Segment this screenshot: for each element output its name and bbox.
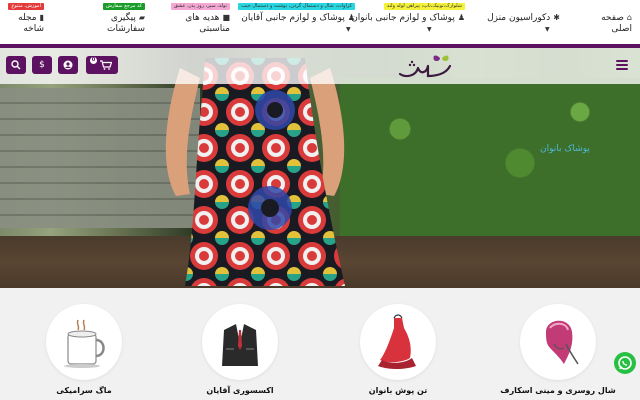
site-logo[interactable] <box>396 52 456 82</box>
nav-item-label-2: شاخه <box>23 24 44 34</box>
home-icon: ⌂ <box>626 13 632 22</box>
chevron-down-icon: ▼ <box>346 26 351 33</box>
nav-item-label-2: اصلی <box>611 24 632 34</box>
nav-badge-orders: کد مرجع سفارش <box>102 3 145 10</box>
hero-caption[interactable]: پوشاک بانوان <box>540 144 590 154</box>
whatsapp-icon <box>618 356 632 370</box>
nav-item-label: مجله <box>18 13 37 23</box>
dollar-icon: $ <box>39 60 45 70</box>
category-label: شال روسری و مینی اسکارف <box>500 386 616 395</box>
nav-item-order-tracking[interactable]: کد مرجع سفارش ▰پیگیری سفارشات <box>65 0 145 44</box>
nav-item-women-clothing[interactable]: شلوارک،تونیک،تاپ، پیراهن لوله ولند ♟پوشا… <box>351 0 495 44</box>
hero-banner[interactable]: پوشاک بانوان <box>0 48 640 288</box>
nav-item-label: پوشاک و لوازم جانبی بانوان <box>351 13 455 23</box>
search-button[interactable] <box>6 56 26 74</box>
nav-item-magazine[interactable]: آموزش، متنوع ▮مجله شاخه <box>2 0 60 44</box>
search-icon <box>11 60 21 70</box>
scarf-icon <box>546 320 579 365</box>
category-section: شال روسری و مینی اسکارف تن پوش بانوان اک… <box>0 288 640 400</box>
gift-icon: ■ <box>222 13 230 22</box>
site-header: $ 0 <box>0 48 640 84</box>
top-navigation: ⌂صفحه اصلی ✱دکوراسیون منزل ▼ شلوارک،تونی… <box>0 0 640 44</box>
account-button[interactable] <box>58 56 78 74</box>
nav-item-home[interactable]: ⌂صفحه اصلی <box>594 0 640 44</box>
person-icon: ♟ <box>347 13 355 22</box>
hero-hedge <box>340 78 640 248</box>
currency-button[interactable]: $ <box>32 56 52 74</box>
nav-item-label: هدیه های <box>185 13 220 23</box>
person-icon: ♟ <box>457 13 465 22</box>
user-icon <box>63 60 73 70</box>
nav-badge-women: شلوارک،تونیک،تاپ، پیراهن لوله ولند <box>383 3 465 10</box>
category-label: ماگ سرامیکی <box>56 386 112 395</box>
nav-item-label-2: سفارشات <box>107 24 145 34</box>
nav-badge-gifts: تولد، سپر، روز پدر، عشق <box>170 3 230 10</box>
cart-count-badge: 0 <box>90 57 97 64</box>
truck-icon: ▰ <box>138 13 145 22</box>
category-label: تن پوش بانوان <box>368 386 428 395</box>
cart-icon <box>100 60 113 70</box>
dress-icon <box>378 314 416 369</box>
book-icon: ▮ <box>39 13 44 22</box>
nav-item-men-clothing[interactable]: کراوات، شال و دستمال گردن، پوشت و دستمال… <box>238 0 365 44</box>
whatsapp-button[interactable] <box>614 352 636 374</box>
star-icon: ✱ <box>553 13 560 22</box>
nav-item-label: صفحه <box>601 13 624 23</box>
nav-item-label-2: مناسبتی <box>199 24 230 34</box>
nav-item-label: پیگیری <box>110 13 136 23</box>
nav-item-label: دکوراسیون منزل <box>487 13 551 23</box>
mug-icon <box>64 319 105 368</box>
menu-button[interactable] <box>616 60 628 70</box>
hero-model-image <box>165 58 345 286</box>
nav-item-label: پوشاک و لوازم جانبی آقایان <box>241 13 345 23</box>
chevron-down-icon: ▼ <box>545 26 550 33</box>
suit-icon <box>222 324 258 366</box>
nav-badge-magazine: آموزش، متنوع <box>8 3 44 10</box>
cart-button[interactable]: 0 <box>86 56 118 74</box>
nav-badge-men: کراوات، شال و دستمال گردن، پوشت و دستمال… <box>238 3 355 10</box>
nav-item-home-decor[interactable]: ✱دکوراسیون منزل ▼ <box>487 0 590 44</box>
category-label: اکسسوری آقایان <box>206 386 274 395</box>
chevron-down-icon: ▼ <box>427 26 432 33</box>
nav-item-gifts[interactable]: تولد، سپر، روز پدر، عشق ■هدیه های مناسبت… <box>150 0 235 44</box>
hamburger-icon <box>616 60 628 62</box>
